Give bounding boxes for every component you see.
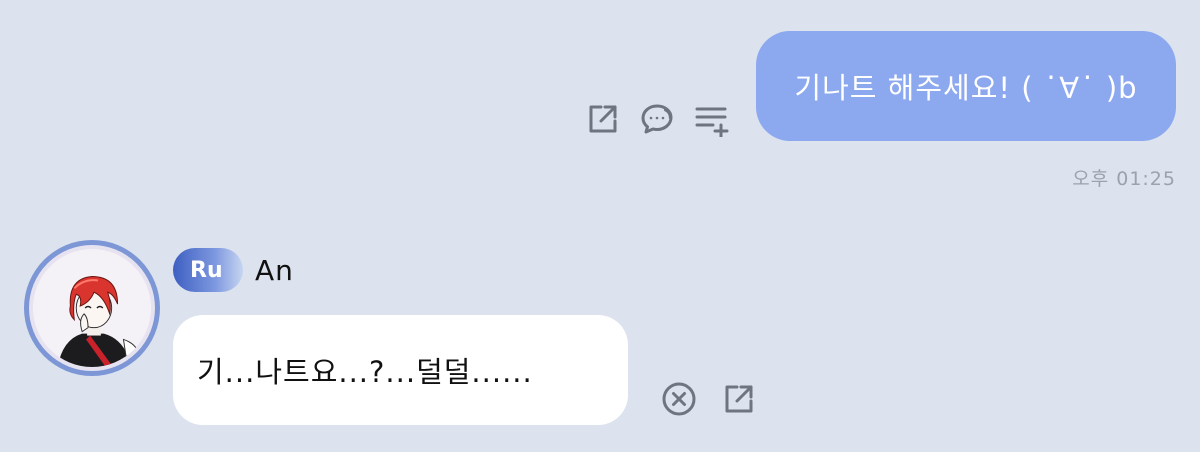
incoming-message-bubble[interactable]: 기...나트요...?...덜덜......: [173, 315, 628, 425]
chat-view: 기나트 해주세요! ( ˙̇∀˙̇ )b 오후 01:25 Ru An 기...…: [0, 0, 1200, 452]
close-icon[interactable]: [660, 380, 698, 418]
sender-name[interactable]: An: [255, 254, 294, 287]
avatar-image: [29, 245, 155, 371]
outgoing-message-bubble[interactable]: 기나트 해주세요! ( ˙̇∀˙̇ )b: [756, 31, 1176, 141]
share-icon[interactable]: [584, 100, 622, 138]
incoming-message-actions: [660, 380, 758, 418]
sender-info: Ru An: [173, 248, 294, 292]
outgoing-message-actions: [584, 100, 730, 138]
incoming-message-text: 기...나트요...?...덜덜......: [197, 355, 533, 389]
avatar[interactable]: [24, 240, 160, 376]
reply-icon[interactable]: [638, 100, 676, 138]
add-to-list-icon[interactable]: [692, 100, 730, 138]
message-timestamp: 오후 01:25: [1072, 168, 1176, 190]
user-badge: Ru: [173, 248, 243, 292]
share-icon[interactable]: [720, 380, 758, 418]
outgoing-message-text: 기나트 해주세요! ( ˙̇∀˙̇ )b: [794, 71, 1138, 105]
